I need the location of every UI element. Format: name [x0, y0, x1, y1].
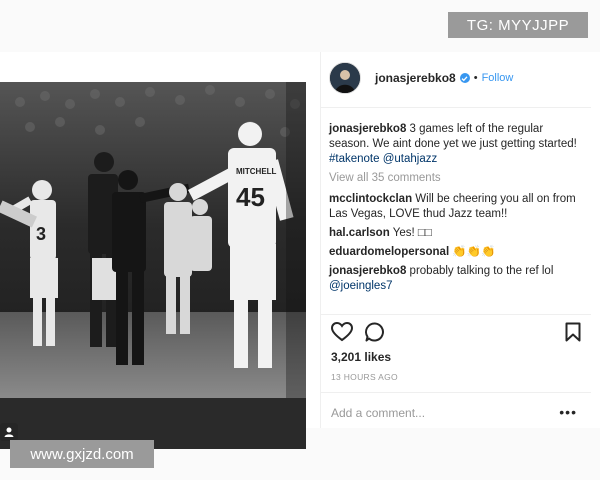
post-author-username[interactable]: jonasjerebko8 — [375, 71, 456, 85]
post-photo[interactable]: 3 MITCHELL 45 — [0, 82, 306, 449]
photo-illustration: 3 MITCHELL 45 — [0, 82, 306, 398]
heart-icon[interactable] — [330, 321, 354, 347]
svg-text:3: 3 — [36, 224, 46, 244]
caption-hashtag[interactable]: #takenote — [329, 153, 380, 165]
comment-icon[interactable] — [365, 322, 385, 347]
comment-text: 👏👏👏 — [452, 246, 496, 258]
comment-item: eduardomelopersonal 👏👏👏 — [329, 245, 585, 260]
caption-mention[interactable]: @utahjazz — [383, 153, 438, 165]
avatar[interactable] — [329, 62, 361, 94]
add-comment-input[interactable]: Add a comment... — [331, 406, 425, 420]
comment-username[interactable]: eduardomelopersonal — [329, 246, 449, 258]
watermark-top: TG: MYYJJPP — [448, 12, 588, 38]
more-options-icon[interactable]: ••• — [559, 404, 577, 420]
comment-item: mcclintockclan Will be cheering you all … — [329, 192, 585, 222]
comment-item: jonasjerebko8 probably talking to the re… — [329, 264, 585, 294]
comment-mention[interactable]: @joeingles7 — [329, 280, 392, 292]
post-side-panel: jonasjerebko8 • Follow jonasjerebko8 3 g… — [320, 52, 591, 428]
comment-username[interactable]: hal.carlson — [329, 227, 390, 239]
comment-item: hal.carlson Yes! □□ — [329, 226, 585, 241]
caption: jonasjerebko8 3 games left of the regula… — [329, 122, 585, 167]
comment-text: Yes! □□ — [392, 227, 432, 239]
view-all-comments-link[interactable]: View all 35 comments — [329, 171, 585, 186]
header-divider — [321, 107, 591, 108]
post-actions — [330, 321, 583, 347]
comment-text: probably talking to the ref lol — [409, 265, 554, 277]
comment-username[interactable]: mcclintockclan — [329, 193, 412, 205]
header-separator: • — [473, 72, 478, 84]
post-header: jonasjerebko8 • Follow — [329, 58, 591, 98]
svg-text:MITCHELL: MITCHELL — [236, 167, 277, 176]
follow-button[interactable]: Follow — [482, 72, 514, 84]
actions-divider — [321, 314, 591, 315]
comment-username[interactable]: jonasjerebko8 — [329, 265, 406, 277]
verified-badge-icon — [459, 73, 470, 83]
caption-username[interactable]: jonasjerebko8 — [329, 123, 406, 135]
bookmark-icon[interactable] — [565, 322, 581, 347]
svg-text:45: 45 — [236, 182, 265, 212]
post-timestamp: 13 HOURS AGO — [331, 372, 398, 382]
comments-section: jonasjerebko8 3 games left of the regula… — [329, 122, 585, 298]
likes-count[interactable]: 3,201 likes — [331, 350, 391, 364]
watermark-bottom: www.gxjzd.com — [10, 440, 154, 468]
add-comment-divider — [321, 392, 591, 393]
person-tag-icon[interactable] — [0, 423, 18, 441]
